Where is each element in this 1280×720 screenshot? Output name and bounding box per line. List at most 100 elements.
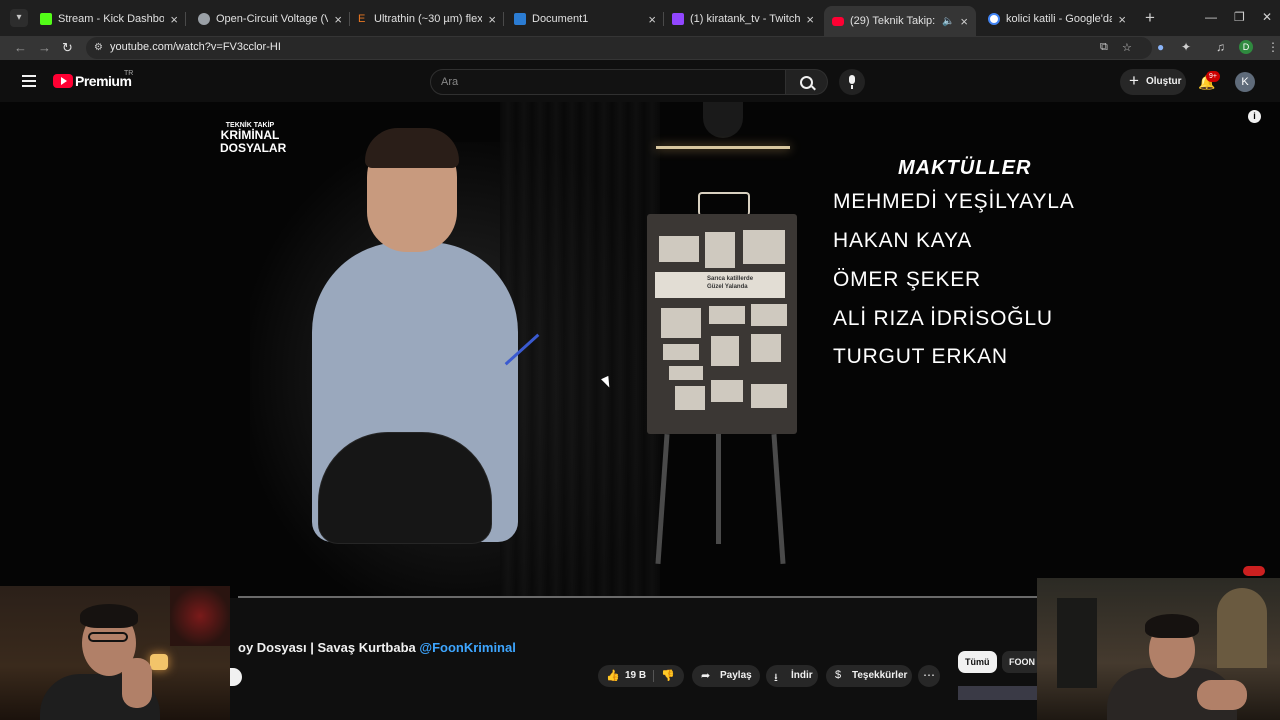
youtube-logo-icon[interactable] xyxy=(53,74,73,88)
browser-tab-voc[interactable]: Open-Circuit Voltage (VOC) Enh × xyxy=(190,6,350,32)
close-tab-icon[interactable]: × xyxy=(334,12,342,27)
close-tab-icon[interactable]: × xyxy=(806,12,814,27)
thanks-button[interactable]: $ Teşekkürler xyxy=(826,665,912,687)
video-player[interactable]: TEKNİK TAKİP KRİMİNAL DOSYALAR Sarıca ka… xyxy=(0,102,1280,598)
download-button[interactable]: ⭳ İndir xyxy=(766,665,818,687)
search-button[interactable] xyxy=(786,69,828,95)
restore-window-icon[interactable]: ❐ xyxy=(1234,10,1245,24)
search-icon xyxy=(800,76,813,89)
chip-foon[interactable]: FOON xyxy=(1002,651,1042,673)
new-tab-plus-icon[interactable]: + xyxy=(1141,9,1159,27)
like-thumb-icon[interactable]: 👍 xyxy=(606,669,620,682)
streamer-right-hair xyxy=(1145,614,1199,638)
super-thanks-icon: $ xyxy=(835,669,842,681)
streamer-right-hands xyxy=(1197,680,1247,710)
download-label: İndir xyxy=(791,670,813,681)
board-caption-1: Sarıca katillerde xyxy=(707,276,754,282)
install-app-icon[interactable]: ⧉ xyxy=(1100,41,1108,54)
more-actions-icon[interactable]: ⋯ xyxy=(918,665,940,687)
browser-tab-google[interactable]: kolici katili - Google'da Ara × xyxy=(980,6,1134,32)
board-photo xyxy=(659,236,699,262)
subscribe-button-edge[interactable] xyxy=(230,668,242,686)
youtube-header: Premium TR Ara + Oluştur 🔔 9+ K xyxy=(0,62,1280,102)
show-logo-line3: DOSYALAR xyxy=(220,141,287,155)
google-favicon-icon xyxy=(988,13,1000,25)
show-logo: TEKNİK TAKİP KRİMİNAL DOSYALAR xyxy=(220,122,287,155)
evidence-board: Sarıca katillerde Güzel Yalanda xyxy=(647,214,797,434)
share-label: Paylaş xyxy=(720,670,752,681)
forward-arrow-icon[interactable]: → xyxy=(38,40,51,55)
board-photo xyxy=(711,336,739,366)
board-photo xyxy=(661,308,701,338)
search-input[interactable]: Ara xyxy=(430,69,786,95)
background-lamp xyxy=(150,654,168,670)
close-tab-icon[interactable]: × xyxy=(170,12,178,27)
close-tab-icon[interactable]: × xyxy=(648,12,656,27)
board-photo xyxy=(751,304,787,326)
victim-name: HAKAN KAYA xyxy=(833,229,973,252)
create-button[interactable]: + Oluştur xyxy=(1120,69,1186,95)
browser-tab-youtube-active[interactable]: (29) Teknik Takip: Kolici Orh 🔈 × xyxy=(824,6,976,36)
streamer-glasses xyxy=(88,632,128,642)
twitch-favicon-icon xyxy=(672,13,684,25)
create-label: Oluştur xyxy=(1146,76,1182,87)
victim-name: ÖMER ŞEKER xyxy=(833,268,982,291)
account-avatar[interactable]: K xyxy=(1235,72,1255,92)
tab-title: Stream - Kick Dashboard xyxy=(58,13,165,25)
chip-all[interactable]: Tümü xyxy=(958,651,997,673)
board-photo xyxy=(751,334,781,362)
hamburger-menu-icon[interactable] xyxy=(22,75,36,90)
close-tab-icon[interactable]: × xyxy=(1118,12,1126,27)
site-info-icon[interactable]: ⚙ xyxy=(94,42,103,53)
presenter-hair xyxy=(365,128,459,168)
video-info-icon[interactable]: i xyxy=(1248,110,1261,123)
notification-count-badge: 9+ xyxy=(1206,71,1220,82)
browser-tab-ultrathin[interactable]: E Ultrathin (~30 µm) flexible mo × xyxy=(350,6,504,32)
close-tab-icon[interactable]: × xyxy=(960,14,968,29)
board-photo xyxy=(711,380,743,402)
background-flowers xyxy=(170,586,230,646)
background-curtain xyxy=(500,102,660,598)
browser-tab-twitch[interactable]: (1) kiratank_tv - Twitch × xyxy=(664,6,822,32)
voice-search-mic-icon[interactable] xyxy=(839,69,865,95)
bookmark-star-icon[interactable]: ☆ xyxy=(1122,41,1132,54)
browser-tab-kick[interactable]: Stream - Kick Dashboard × xyxy=(32,6,186,32)
extensions-puzzle-icon[interactable]: ✦ xyxy=(1181,40,1191,54)
close-window-icon[interactable]: ✕ xyxy=(1262,10,1272,24)
web-favicon-icon xyxy=(198,13,210,25)
browser-menu-kebab-icon[interactable]: ⋮ xyxy=(1267,40,1279,54)
webcam-left xyxy=(0,586,230,720)
minimize-window-icon[interactable]: — xyxy=(1205,10,1217,24)
share-button[interactable]: ➦ Paylaş xyxy=(692,665,760,687)
download-arrow-icon: ⭳ xyxy=(774,672,778,684)
plus-icon: + xyxy=(1129,71,1139,90)
close-tab-icon[interactable]: × xyxy=(488,12,496,27)
easel-handle xyxy=(698,192,750,216)
address-bar[interactable]: ⚙ youtube.com/watch?v=FV3cclor-HI ⧉ ☆ xyxy=(86,37,1152,59)
related-video-thumbnails[interactable] xyxy=(958,686,1038,700)
youtube-favicon-icon xyxy=(832,16,844,26)
board-photo xyxy=(751,384,787,408)
audio-playing-icon[interactable]: 🔈 xyxy=(942,16,954,27)
back-arrow-icon[interactable]: ← xyxy=(14,40,27,55)
board-headline-clipping: Sarıca katillerde Güzel Yalanda xyxy=(655,272,785,298)
easel-leg xyxy=(716,434,721,544)
search-placeholder: Ara xyxy=(441,76,459,88)
extension-circle-icon[interactable]: ● xyxy=(1157,40,1164,54)
browser-tab-document1[interactable]: Document1 × xyxy=(506,6,664,32)
media-controls-icon[interactable]: ♫ xyxy=(1216,40,1225,54)
tab-search-menu-icon[interactable]: ▾ xyxy=(10,9,28,27)
video-title: oy Dosyası | Savaş Kurtbaba @FoonKrimina… xyxy=(238,640,516,655)
browser-profile-avatar[interactable]: D xyxy=(1239,40,1253,54)
easel-leg xyxy=(771,433,786,565)
subscribe-watermark-icon[interactable] xyxy=(1243,566,1265,576)
board-caption-2: Güzel Yalanda xyxy=(707,284,748,290)
reload-icon[interactable]: ↻ xyxy=(62,40,73,56)
video-progress-bar[interactable] xyxy=(238,596,1038,598)
like-count[interactable]: 19 B xyxy=(625,670,646,681)
channel-handle-link[interactable]: @FoonKriminal xyxy=(419,640,515,655)
youtube-premium-wordmark[interactable]: Premium xyxy=(75,73,132,89)
country-code: TR xyxy=(124,70,134,77)
dislike-thumb-icon[interactable]: 👎 xyxy=(661,669,675,682)
url-text[interactable]: youtube.com/watch?v=FV3cclor-HI xyxy=(110,41,281,53)
